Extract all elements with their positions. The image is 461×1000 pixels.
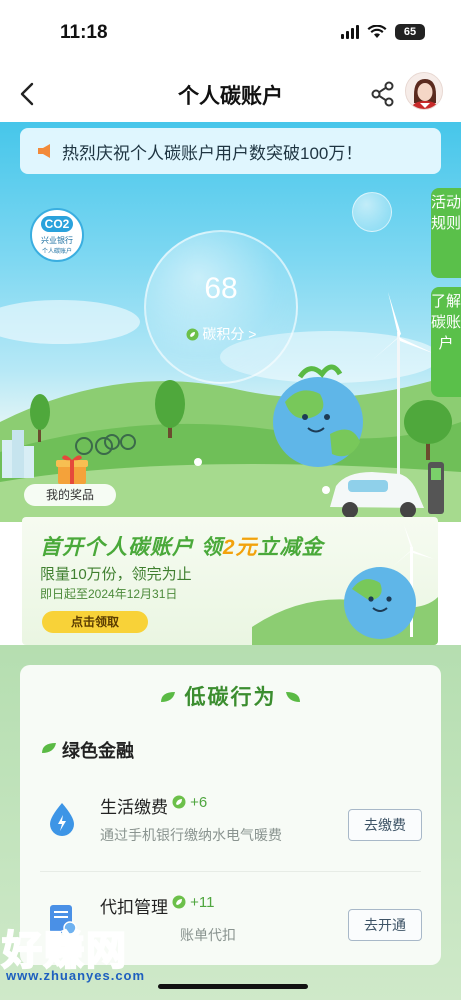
carbon-points-link[interactable]: 碳积分 > — [146, 324, 296, 344]
nav-bar: 个人碳账户 — [0, 66, 461, 122]
notice-banner[interactable]: 热烈庆祝个人碳账户用户数突破100万！ — [20, 128, 441, 174]
promo-banner[interactable]: 首开个人碳账户 领2元立减金 限量10万份，领完为止 即日起至2024年12月3… — [22, 517, 438, 645]
my-prizes-button[interactable]: 我的奖品 — [24, 484, 116, 506]
status-icons: 65 — [341, 24, 425, 40]
pay-bills-button[interactable]: 去缴费 — [348, 809, 422, 841]
wifi-icon — [367, 25, 387, 38]
item-description: 通过手机银行缴纳水电气暖费 — [100, 827, 282, 843]
status-time: 11:18 — [60, 22, 108, 43]
item-name: 代扣管理 — [100, 898, 168, 917]
item-points-value: +6 — [190, 794, 208, 811]
promo-title-part: 首开个人碳账户 领 — [40, 536, 223, 559]
leaf-right-icon — [286, 692, 301, 702]
site-watermark: 好赚网 www.zhuanyes.com — [1, 918, 188, 988]
avatar[interactable] — [405, 72, 443, 110]
about-carbon-account-tab[interactable]: 了解碳账户 — [431, 287, 461, 397]
bank-name: 兴业银行 — [41, 236, 73, 245]
leaf-coin-icon — [186, 328, 199, 341]
divider — [40, 871, 421, 872]
badge-subtitle: 个人碳账户 — [41, 249, 72, 255]
share-icon[interactable] — [369, 80, 397, 108]
promo-title-suffix: 立减金 — [257, 536, 324, 559]
decorative-bubble — [352, 192, 392, 232]
enable-autopay-button[interactable]: 去开通 — [348, 909, 422, 941]
leaf-left-icon — [160, 692, 175, 702]
gift-icon[interactable] — [54, 452, 90, 486]
item-points-value: +11 — [190, 894, 215, 911]
battery-icon: 65 — [395, 24, 425, 40]
water-drop-icon — [50, 803, 74, 836]
notice-text: 热烈庆祝个人碳账户用户数突破100万！ — [62, 143, 363, 163]
promo-title-amount: 2元 — [222, 536, 258, 559]
carbon-score: 68 — [204, 272, 238, 305]
leaf-coin-icon — [172, 795, 186, 809]
promo-title: 首开个人碳账户 领2元立减金 — [40, 531, 324, 561]
item-points: +6 — [172, 794, 207, 811]
list-item: 生活缴费 +6 通过手机银行缴纳水电气暖费 去缴费 — [20, 775, 441, 855]
hero-scene: 热烈庆祝个人碳账户用户数突破100万！ CO2 兴业银行 个人碳账户 68 碳积… — [0, 122, 461, 522]
status-bar: 11:18 65 — [0, 0, 461, 66]
item-description: 账单代扣 — [180, 927, 236, 943]
carbon-account-logo: CO2 兴业银行 个人碳账户 — [30, 208, 84, 262]
co2-badge: CO2 — [40, 216, 74, 232]
promo-subtitle: 限量10万份，领完为止 — [40, 566, 192, 583]
signal-icon — [341, 25, 359, 39]
activity-rules-tab[interactable]: 活动规则 — [431, 188, 461, 278]
home-indicator[interactable] — [158, 984, 308, 989]
leaf-icon — [42, 743, 56, 753]
promo-date: 即日起至2024年12月31日 — [40, 587, 178, 601]
low-carbon-title: 低碳行为 — [20, 681, 441, 711]
carbon-points-label: 碳积分 > — [202, 326, 257, 342]
megaphone-icon — [38, 144, 50, 158]
item-name: 生活缴费 — [100, 798, 168, 817]
item-points: +11 — [172, 894, 215, 911]
leaf-coin-icon — [172, 895, 186, 909]
claim-button[interactable]: 点击领取 — [42, 611, 148, 633]
low-carbon-title-text: 低碳行为 — [184, 686, 277, 709]
score-bubble[interactable]: 68 碳积分 > — [144, 230, 298, 384]
green-finance-title: 绿色金融 — [62, 741, 134, 761]
watermark-url: www.zhuanyes.com — [6, 968, 146, 983]
